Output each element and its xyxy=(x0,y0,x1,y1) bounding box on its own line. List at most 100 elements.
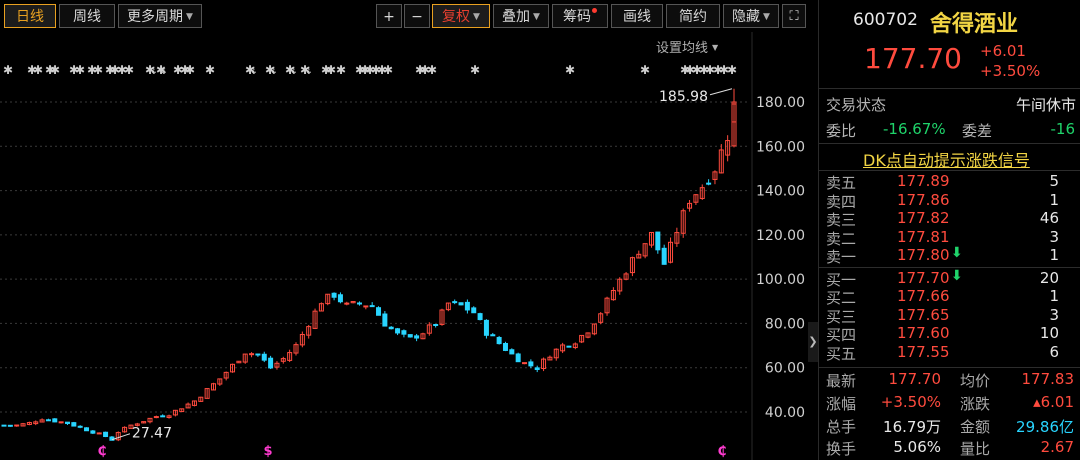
bid-row-label: 买五 xyxy=(826,344,857,363)
latest-value: 177.70 xyxy=(888,370,942,388)
bid-row-volume: 1 xyxy=(1049,287,1059,305)
chg-pct-value: +3.50% xyxy=(880,393,941,411)
price-change: +6.01 xyxy=(980,42,1026,60)
candle-body xyxy=(337,294,343,303)
signal-arrow-icon: ⇣ xyxy=(160,66,168,77)
candle-body xyxy=(64,421,70,425)
last-price: 177.70 xyxy=(864,42,962,75)
candle-body xyxy=(490,334,496,337)
ask-row-volume: 1 xyxy=(1049,190,1059,209)
ask-row-price: 177.89 xyxy=(897,172,950,190)
candle-body xyxy=(528,361,534,367)
signal-marker-icon: ✱ xyxy=(427,63,437,77)
candle-body xyxy=(71,422,77,427)
signal-arrow-icon: ⇣ xyxy=(290,66,298,77)
candle-body xyxy=(160,415,166,418)
volume-label: 总手 xyxy=(826,418,857,436)
candle-body xyxy=(45,419,51,422)
candle-body xyxy=(356,302,362,305)
turnover-label: 换手 xyxy=(826,440,857,458)
y-tick-label: 100.00 xyxy=(756,272,805,288)
candle-body xyxy=(52,418,58,423)
volume-value: 16.79万 xyxy=(883,418,941,436)
panel-collapse-handle[interactable]: ❯ xyxy=(808,322,818,362)
chevron-right-icon: ❯ xyxy=(808,335,818,348)
low-annotation-arrow xyxy=(111,433,131,441)
candle-body xyxy=(268,357,274,369)
candle-body xyxy=(515,353,521,363)
chg-pct-label: 涨幅 xyxy=(826,395,857,413)
wei-cha-value: -16 xyxy=(1050,120,1076,138)
candle-body xyxy=(369,305,375,308)
candle-body xyxy=(261,353,267,361)
price-change-pct: +3.50% xyxy=(980,62,1041,80)
signal-arrow-icon: ⇣ xyxy=(270,66,278,77)
event-marker-icon: $ xyxy=(263,444,272,459)
candle-body xyxy=(77,425,83,428)
candle-body xyxy=(395,328,401,334)
y-tick-label: 40.00 xyxy=(765,405,805,421)
status-value: 午间休市 xyxy=(1015,96,1076,114)
divider xyxy=(819,267,1080,268)
bid-row-price: 177.66 xyxy=(897,287,950,305)
ask-row-price: 177.82 xyxy=(897,209,950,227)
candle-body xyxy=(414,335,420,339)
bid-row-price: 177.70 xyxy=(897,268,950,287)
high-price-label: 185.98 xyxy=(659,89,708,105)
signal-marker-icon: ✱ xyxy=(205,63,215,77)
candle-body xyxy=(502,342,508,351)
candle-body xyxy=(706,182,712,185)
signal-arrow-icon: ⇣ xyxy=(305,66,313,77)
bid-row-price: 177.60 xyxy=(897,324,950,342)
dk-signal-link[interactable]: DK点自动提示涨跌信号 xyxy=(863,147,1030,171)
event-marker-icon: ₵ xyxy=(717,444,726,459)
signal-marker-icon: ✱ xyxy=(727,63,737,77)
signal-marker-icon: ✱ xyxy=(124,63,134,77)
signal-marker-icon: ✱ xyxy=(33,63,43,77)
candle-body xyxy=(7,424,13,427)
signal-marker-icon: ✱ xyxy=(565,63,575,77)
candle-body xyxy=(407,334,413,338)
y-tick-label: 80.00 xyxy=(765,316,805,332)
candle-body xyxy=(471,307,477,314)
ask-row-price: 177.81 xyxy=(897,227,950,246)
candle-body xyxy=(509,349,515,355)
candle-body xyxy=(96,432,102,435)
candle-body xyxy=(452,301,458,304)
bid-row-price: 177.65 xyxy=(897,305,950,324)
candle-body xyxy=(496,336,502,345)
kline-chart-area[interactable]: 日线 周线 更多周期 ▼ + − 复权 ▼ 叠加 ▼ 筹码 画线 简约 隐藏 ▼ ⛶ 设… xyxy=(0,0,808,460)
y-tick-label: 120.00 xyxy=(756,228,805,244)
divider xyxy=(819,143,1080,144)
candle-body xyxy=(655,231,661,251)
stock-name: 舍得酒业 xyxy=(930,12,1019,37)
amount-label: 金额 xyxy=(960,418,991,436)
divider xyxy=(819,367,1080,368)
avg-label: 均价 xyxy=(960,372,991,390)
candle-body xyxy=(433,324,439,327)
ask-row-volume: 3 xyxy=(1049,227,1059,246)
arrow-down-icon: ⬇ xyxy=(951,245,963,261)
y-tick-label: 140.00 xyxy=(756,184,805,200)
ratio-label: 量比 xyxy=(960,440,991,458)
ask-row-price: 177.80 xyxy=(897,246,950,264)
candle-body xyxy=(401,330,407,335)
candle-body xyxy=(382,313,388,327)
candle-body xyxy=(90,430,96,434)
candle-body xyxy=(255,353,261,356)
signal-marker-icon: ✱ xyxy=(336,63,346,77)
high-annotation-arrow xyxy=(709,88,733,96)
stock-code: 600702 xyxy=(853,10,918,30)
low-price-label: 27.47 xyxy=(132,426,172,442)
candle-body xyxy=(388,326,394,330)
bid-row-volume: 20 xyxy=(1039,268,1059,287)
ask-row-volume: 1 xyxy=(1049,246,1059,264)
signal-marker-icon: ✱ xyxy=(383,63,393,77)
bid-row-volume: 3 xyxy=(1049,305,1059,324)
ask-row-label: 卖一 xyxy=(826,248,857,266)
candle-body xyxy=(153,416,159,419)
candle-body xyxy=(522,362,528,365)
signal-arrow-icon: ⇣ xyxy=(250,66,258,77)
candle-body xyxy=(458,302,464,306)
candle-body xyxy=(58,421,64,424)
